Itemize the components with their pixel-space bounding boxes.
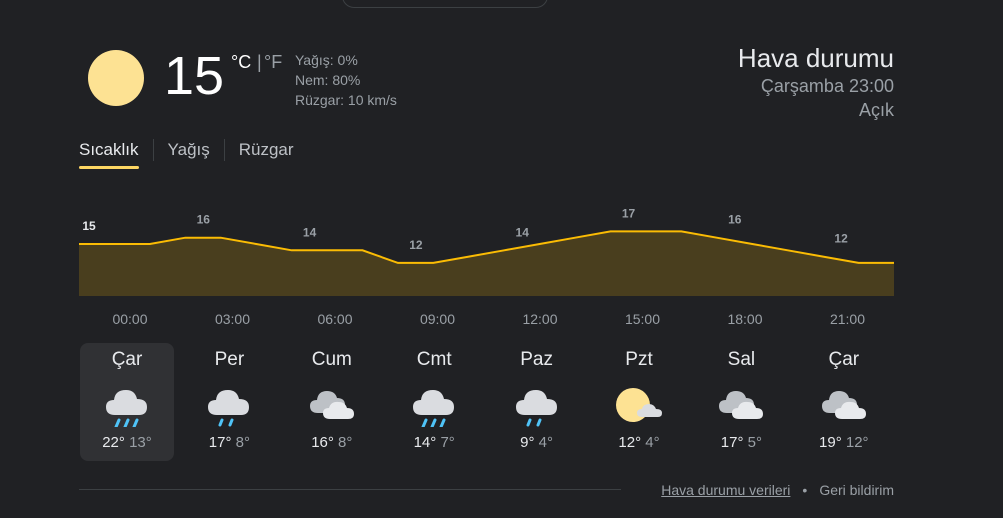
- day-temperatures: 19° 12°: [797, 433, 891, 453]
- low-temperature: 8°: [235, 434, 250, 451]
- high-temperature: 22°: [102, 434, 125, 451]
- day-name: Cum: [311, 349, 352, 370]
- day-forecast-5[interactable]: Pzt 12° 4°: [592, 343, 686, 461]
- rain-icon: [413, 390, 455, 427]
- day-name: Per: [214, 349, 245, 370]
- day-temperatures: 16° 8°: [285, 433, 379, 453]
- temperature-value-label: 16: [728, 213, 742, 227]
- high-temperature: 14°: [413, 434, 437, 451]
- hour-tick-label: 21:00: [829, 311, 866, 327]
- temperature-value-label: 17: [622, 206, 636, 220]
- hour-tick-label: 15:00: [624, 311, 661, 327]
- day-name: Pzt: [625, 349, 653, 370]
- light-rain-icon: [208, 390, 250, 427]
- day-forecast-1[interactable]: Per 17° 8°: [182, 343, 276, 461]
- day-name: Cmt: [416, 349, 452, 370]
- weather-data-link[interactable]: Hava durumu verileri: [661, 482, 790, 498]
- feedback-link[interactable]: Geri bildirim: [819, 482, 894, 498]
- partly-cloudy-icon: [616, 388, 662, 422]
- temperature-value-label: 16: [197, 213, 211, 227]
- high-temperature: 17°: [720, 434, 744, 451]
- day-forecast-2[interactable]: Cum 16° 8°: [285, 343, 379, 461]
- day-temperatures: 17° 5°: [694, 433, 788, 453]
- high-temperature: 12°: [618, 434, 642, 451]
- temperature-value-label: 14: [303, 225, 317, 239]
- cloudy-icon: [821, 391, 866, 419]
- day-forecast-3[interactable]: Cmt 14° 7°: [387, 343, 481, 461]
- cloudy-icon: [719, 391, 764, 419]
- day-forecast-4[interactable]: Paz 9° 4°: [490, 343, 584, 461]
- footer-separator: •: [802, 482, 808, 498]
- day-name: Çar: [111, 349, 143, 370]
- low-temperature: 13°: [129, 434, 152, 451]
- low-temperature: 12°: [845, 434, 869, 451]
- hour-tick-label: 03:00: [214, 311, 251, 327]
- day-forecast-0[interactable]: Çar 22° 13°: [80, 343, 174, 461]
- high-temperature: 19°: [819, 434, 842, 451]
- day-temperatures: 9° 4°: [490, 433, 584, 453]
- light-rain-icon: [515, 390, 557, 427]
- day-temperatures: 12° 4°: [592, 433, 686, 453]
- hour-tick-label: 00:00: [112, 311, 148, 327]
- day-forecast-6[interactable]: Sal 17° 5°: [694, 343, 788, 461]
- high-temperature: 16°: [311, 434, 334, 451]
- day-name: Paz: [520, 349, 553, 370]
- hour-tick-label: 12:00: [522, 311, 558, 327]
- day-temperatures: 14° 7°: [387, 433, 481, 453]
- footer-divider: [79, 489, 621, 490]
- day-temperatures: 22° 13°: [80, 433, 174, 453]
- temperature-chart[interactable]: 15 16 14 12 14 17 16 12: [0, 0, 1003, 340]
- day-forecast-7[interactable]: Çar 19° 12°: [797, 343, 891, 461]
- cloudy-icon: [309, 391, 354, 419]
- high-temperature: 17°: [208, 434, 232, 451]
- temperature-value-label: 14: [516, 225, 530, 239]
- low-temperature: 7°: [440, 434, 455, 451]
- high-temperature: 9°: [520, 434, 535, 451]
- hour-tick-label: 09:00: [419, 311, 456, 327]
- temperature-area: [79, 231, 894, 296]
- day-temperatures: 17° 8°: [182, 433, 276, 453]
- rain-icon: [106, 390, 147, 427]
- footer: Hava durumu verileri • Geri bildirim: [661, 482, 894, 498]
- temperature-value-label: 15: [82, 219, 96, 233]
- hour-tick-label: 06:00: [317, 311, 353, 327]
- temperature-value-label: 12: [409, 238, 423, 252]
- low-temperature: 8°: [338, 434, 353, 451]
- low-temperature: 4°: [645, 434, 660, 451]
- low-temperature: 4°: [538, 434, 554, 451]
- day-name: Çar: [828, 349, 860, 370]
- low-temperature: 5°: [747, 434, 762, 451]
- day-name: Sal: [727, 349, 756, 370]
- temperature-value-label: 12: [834, 232, 848, 246]
- hour-tick-label: 18:00: [727, 311, 763, 327]
